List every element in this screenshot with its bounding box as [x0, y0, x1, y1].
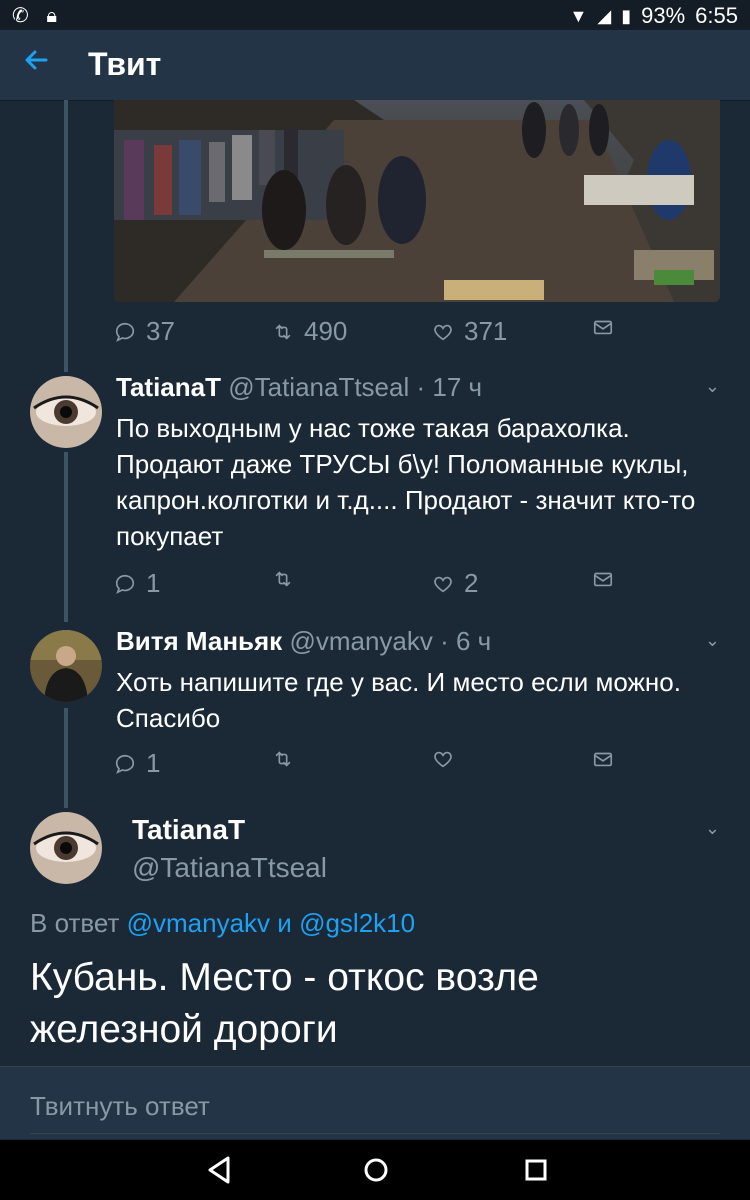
like-button[interactable]	[432, 748, 464, 770]
chevron-down-icon[interactable]: ⌄	[705, 630, 720, 651]
dm-button[interactable]	[592, 748, 614, 770]
reply-to-prefix: В ответ	[30, 908, 120, 938]
wifi-icon: ▼	[569, 5, 588, 26]
battery-icon: ▮	[621, 5, 632, 26]
reply-to-user-link[interactable]: @gsl2k10	[299, 908, 415, 938]
main-tweet-user-name[interactable]: TatianaT	[132, 814, 245, 846]
main-tweet-user-handle[interactable]: @TatianaTtseal	[132, 852, 327, 884]
battery-level: 93%	[641, 3, 686, 28]
reply-count: 1	[146, 568, 161, 598]
like-count: 371	[464, 316, 508, 346]
reply-to-and: и	[277, 908, 292, 938]
heart-icon	[434, 751, 452, 768]
retweet-button[interactable]	[272, 568, 304, 590]
tweet-time: · 6 ч	[440, 626, 492, 656]
heart-icon	[434, 324, 452, 340]
envelope-icon	[593, 320, 613, 335]
main-tweet-text: Кубань. Место - откос возле железной дор…	[30, 956, 539, 1051]
page-title: Твит	[88, 46, 162, 82]
reply-button[interactable]: 1	[114, 748, 160, 779]
avatar[interactable]	[30, 376, 102, 448]
retweet-count: 490	[304, 316, 348, 346]
avatar[interactable]	[30, 812, 102, 884]
chevron-down-icon[interactable]: ⌄	[705, 376, 720, 397]
compose-bar: Твитнуть ответ	[0, 1066, 750, 1139]
user-handle[interactable]: @vmanyakv	[289, 626, 432, 656]
reply-to-user-link[interactable]: @vmanyakv	[127, 908, 270, 938]
tweet-header: Витя Маньяк @vmanyakv · 6 ч	[116, 626, 491, 657]
back-arrow-icon[interactable]	[22, 44, 50, 83]
status-bar: ✆ 🔒︎ ▼ ◢ ▮ 93% 6:55	[0, 0, 750, 30]
user-handle[interactable]: @TatianaTtseal	[228, 372, 409, 402]
retweet-button[interactable]: 490	[272, 316, 347, 347]
reply-input[interactable]: Твитнуть ответ	[30, 1089, 720, 1134]
status-icons-right: ▼ ◢ ▮ 93% 6:55	[570, 3, 738, 29]
reply-count: 37	[146, 316, 175, 346]
system-nav-bar	[0, 1140, 750, 1200]
like-button[interactable]: 371	[432, 316, 507, 347]
heart-icon	[434, 576, 452, 592]
reply-count: 1	[146, 748, 161, 778]
retweet-icon	[275, 571, 291, 587]
photo-tweet-actions: 37 490 371	[114, 316, 624, 350]
chevron-down-icon[interactable]: ⌄	[705, 818, 720, 839]
avatar[interactable]	[30, 630, 102, 702]
reply2-actions: 1	[114, 748, 624, 782]
user-name[interactable]: TatianaT	[116, 372, 221, 402]
envelope-icon	[593, 572, 613, 587]
tweet-header: TatianaT @TatianaTtseal · 17 ч	[116, 372, 482, 403]
app-bar: Твит	[0, 30, 750, 101]
retweet-button[interactable]	[272, 748, 304, 770]
call-icon: ✆	[12, 5, 35, 27]
recents-icon[interactable]	[522, 1154, 550, 1191]
tweet-time: · 17 ч	[416, 372, 483, 402]
envelope-icon	[593, 752, 613, 767]
reply1-actions: 1 2	[114, 568, 624, 602]
user-name[interactable]: Витя Маньяк	[116, 626, 282, 656]
reply-button[interactable]: 37	[114, 316, 175, 347]
thread-line	[64, 708, 68, 808]
tweet-text: По выходным у нас тоже такая барахолка. …	[116, 413, 696, 551]
reply-to-line: В ответ @vmanyakv и @gsl2k10	[30, 908, 415, 939]
dm-button[interactable]	[592, 568, 614, 590]
dm-button[interactable]	[592, 316, 614, 338]
home-icon[interactable]	[362, 1154, 390, 1191]
reply-icon	[115, 754, 135, 774]
tweet-text: Хоть напишите где у вас. И место если мо…	[116, 667, 681, 733]
reply-icon	[115, 322, 135, 342]
like-count: 2	[464, 568, 479, 598]
tweet-photo[interactable]	[114, 100, 720, 302]
reply-icon	[115, 574, 135, 594]
thread-line	[64, 100, 68, 372]
status-icons-left: ✆ 🔒︎	[12, 3, 63, 28]
signal-icon: ◢	[597, 5, 612, 26]
clock: 6:55	[695, 3, 738, 28]
lock-icon: 🔒︎	[46, 5, 63, 27]
retweet-icon	[275, 751, 291, 767]
retweet-icon	[275, 323, 291, 340]
like-button[interactable]: 2	[432, 568, 478, 599]
back-icon[interactable]	[204, 1154, 232, 1191]
thread-line	[64, 452, 68, 622]
reply-button[interactable]: 1	[114, 568, 160, 599]
